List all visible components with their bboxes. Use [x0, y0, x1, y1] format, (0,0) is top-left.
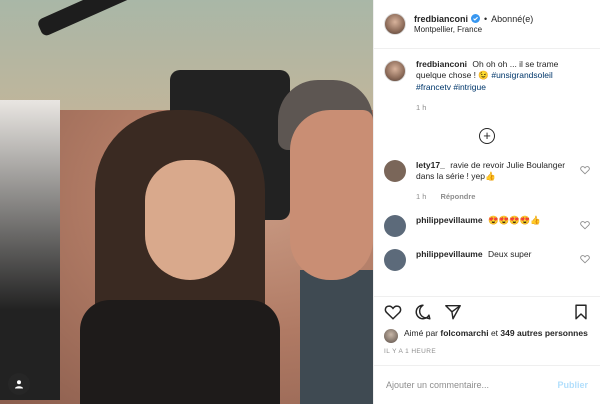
- likes-connector: et: [490, 328, 499, 338]
- commenter-username[interactable]: philippevillaume: [416, 215, 483, 225]
- man-shirt: [300, 270, 373, 404]
- liker-avatar[interactable]: [384, 329, 398, 343]
- instagram-post: fredbianconi • Abonné(e) Montpellier, Fr…: [0, 0, 600, 404]
- comment-body: philippevillaume Deux super: [416, 249, 574, 271]
- post-side-panel: fredbianconi • Abonné(e) Montpellier, Fr…: [373, 0, 600, 404]
- comments-section[interactable]: fredbianconi Oh oh oh ... il se trame qu…: [374, 49, 600, 296]
- tagged-users-button[interactable]: [8, 373, 30, 395]
- commenter-username[interactable]: lety17_: [416, 160, 445, 170]
- hashtag-link[interactable]: #unsigrandsoleil: [491, 70, 552, 80]
- man-face: [290, 110, 373, 280]
- post-caption: fredbianconi Oh oh oh ... il se trame qu…: [384, 59, 590, 114]
- save-button[interactable]: [572, 303, 590, 321]
- author-username[interactable]: fredbianconi: [414, 13, 468, 25]
- comment-item: philippevillaume 😍😍😍😍👍: [384, 214, 590, 237]
- heart-icon[interactable]: [580, 220, 590, 230]
- comment-body: lety17_ ravie de revoir Julie Boulanger …: [416, 160, 574, 203]
- plus-circle-icon[interactable]: +: [479, 127, 495, 144]
- verified-badge-icon: [471, 14, 481, 24]
- commenter-avatar[interactable]: [384, 248, 406, 271]
- bookmark-icon: [575, 304, 587, 319]
- post-timestamp[interactable]: IL Y A 1 HEURE: [374, 343, 600, 355]
- heart-icon[interactable]: [580, 165, 590, 175]
- load-more-comments: +: [384, 127, 590, 144]
- woman-jacket: [80, 300, 280, 404]
- author-meta: fredbianconi • Abonné(e) Montpellier, Fr…: [414, 13, 533, 36]
- heart-icon: [384, 304, 402, 320]
- caption-body: fredbianconi Oh oh oh ... il se trame qu…: [416, 59, 590, 114]
- likes-summary: Aimé par folcomarchi et 349 autres perso…: [374, 328, 600, 343]
- separator-dot: •: [484, 13, 488, 24]
- caption-meta: 1 h: [416, 103, 590, 113]
- post-photo[interactable]: [0, 0, 373, 404]
- comment-bubble-icon: [415, 304, 431, 320]
- post-actions-bar: [374, 296, 600, 326]
- publish-button[interactable]: Publier: [557, 380, 588, 390]
- heart-icon[interactable]: [580, 254, 590, 264]
- author-avatar[interactable]: [384, 13, 406, 35]
- comment-input[interactable]: [386, 380, 558, 390]
- hashtag-link[interactable]: #intrigue: [453, 82, 486, 92]
- hashtag-link[interactable]: #francetv: [416, 82, 451, 92]
- crew-member: [0, 100, 60, 400]
- commenter-username[interactable]: philippevillaume: [416, 249, 483, 259]
- likes-text: Aimé par folcomarchi et 349 autres perso…: [404, 328, 588, 339]
- caption-username[interactable]: fredbianconi: [416, 59, 467, 69]
- post-location[interactable]: Montpellier, France: [414, 25, 533, 36]
- share-button[interactable]: [444, 303, 462, 321]
- add-comment-bar: Publier: [374, 365, 600, 404]
- woman-face: [145, 160, 235, 280]
- comment-item: lety17_ ravie de revoir Julie Boulanger …: [384, 159, 590, 203]
- caption-time[interactable]: 1 h: [416, 103, 426, 113]
- paper-plane-icon: [445, 304, 461, 319]
- follow-status-button[interactable]: Abonné(e): [491, 13, 533, 25]
- comment-text: 😍😍😍😍👍: [487, 214, 541, 225]
- first-liker-link[interactable]: folcomarchi: [440, 328, 488, 338]
- reply-button[interactable]: Répondre: [440, 192, 475, 202]
- author-row: fredbianconi • Abonné(e): [414, 13, 533, 25]
- commenter-avatar[interactable]: [384, 214, 406, 237]
- comment-item: philippevillaume Deux super: [384, 248, 590, 271]
- caption-author-avatar[interactable]: [384, 60, 406, 82]
- user-tag-icon: [15, 380, 23, 389]
- other-likers-link[interactable]: 349 autres personnes: [500, 328, 587, 338]
- comment-meta: 1 h Répondre: [416, 192, 574, 202]
- post-header: fredbianconi • Abonné(e) Montpellier, Fr…: [374, 0, 600, 49]
- comment-button[interactable]: [414, 303, 432, 321]
- likes-prefix: Aimé par: [404, 328, 439, 338]
- comment-text: Deux super: [487, 248, 532, 259]
- comment-time[interactable]: 1 h: [416, 192, 426, 202]
- commenter-avatar[interactable]: [384, 159, 406, 182]
- like-button[interactable]: [384, 303, 402, 321]
- comment-body: philippevillaume 😍😍😍😍👍: [416, 215, 574, 237]
